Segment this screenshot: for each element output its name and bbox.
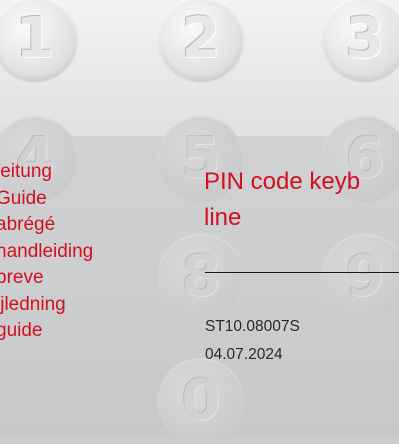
keypad-button-9: 9 (322, 234, 399, 320)
keypad-button-8: 8 (158, 234, 244, 320)
language-item: Guide (0, 187, 47, 209)
language-item: guide (0, 320, 43, 341)
keypad-digit: 8 (181, 244, 221, 309)
keypad-digit: 2 (181, 6, 221, 71)
language-item: breve (0, 267, 44, 288)
document-date: 04.07.2024 (205, 346, 283, 363)
keypad-digit: 1 (15, 6, 55, 71)
document-title-line-2: line (204, 204, 242, 231)
keypad-digit: 3 (345, 6, 385, 71)
keypad-digit: 9 (345, 244, 385, 309)
language-item: abrégé (0, 214, 56, 235)
language-item: ijledning (0, 293, 66, 315)
document-number: ST10.08007S (205, 318, 300, 335)
language-list: leitung Guide abrégé handleiding breve i… (0, 159, 93, 345)
keypad-button-0: 0 (158, 358, 244, 444)
language-item: leitung (0, 161, 52, 182)
document-title-line-1: PIN code keyb (204, 168, 361, 195)
title-divider (205, 272, 399, 273)
keypad-button-2: 2 (158, 0, 244, 82)
document-title: PIN code keyb line (204, 164, 360, 236)
keypad-digit: 0 (181, 368, 221, 433)
language-item: handleiding (0, 240, 94, 262)
